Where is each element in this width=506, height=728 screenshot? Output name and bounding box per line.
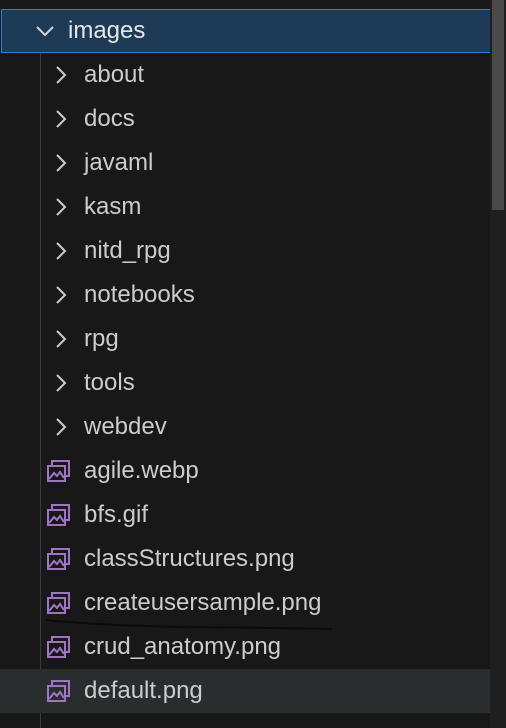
file-createusersample-png[interactable]: createusersample.png xyxy=(0,581,490,625)
chevron-right-icon xyxy=(54,372,76,394)
vertical-scrollbar[interactable] xyxy=(490,0,506,728)
image-file-icon xyxy=(46,634,72,660)
file-label: crud_anatomy.png xyxy=(84,633,282,660)
folder-javaml[interactable]: javaml xyxy=(0,141,490,185)
chevron-right-icon xyxy=(54,416,76,438)
image-file-icon xyxy=(46,678,72,704)
folder-notebooks[interactable]: notebooks xyxy=(0,273,490,317)
folder-about[interactable]: about xyxy=(0,53,490,97)
file-label: agile.webp xyxy=(84,457,199,484)
scrollbar-thumb[interactable] xyxy=(492,0,504,210)
folder-label: images xyxy=(68,17,146,44)
chevron-right-icon xyxy=(54,152,76,174)
folder-nitd-rpg[interactable]: nitd_rpg xyxy=(0,229,490,273)
file-classstructures-png[interactable]: classStructures.png xyxy=(0,537,490,581)
folder-label: notebooks xyxy=(84,281,195,308)
chevron-right-icon xyxy=(54,64,76,86)
folder-label: nitd_rpg xyxy=(84,237,171,264)
image-file-icon xyxy=(46,590,72,616)
image-file-icon xyxy=(46,458,72,484)
file-bfs-gif[interactable]: bfs.gif xyxy=(0,493,490,537)
chevron-right-icon xyxy=(54,196,76,218)
folder-kasm[interactable]: kasm xyxy=(0,185,490,229)
folder-images[interactable]: images xyxy=(1,9,506,53)
file-agile-webp[interactable]: agile.webp xyxy=(0,449,490,493)
folder-label: rpg xyxy=(84,325,119,352)
file-label: createusersample.png xyxy=(84,589,322,616)
file-crud-anatomy-png[interactable]: crud_anatomy.png xyxy=(0,625,490,669)
folder-tools[interactable]: tools xyxy=(0,361,490,405)
chevron-right-icon xyxy=(54,108,76,130)
folder-label: javaml xyxy=(84,149,154,176)
folder-label: kasm xyxy=(84,193,142,220)
file-default-png[interactable]: default.png xyxy=(0,669,490,713)
folder-label: about xyxy=(84,61,145,88)
folder-rpg[interactable]: rpg xyxy=(0,317,490,361)
folder-webdev[interactable]: webdev xyxy=(0,405,490,449)
file-label: bfs.gif xyxy=(84,501,149,528)
folder-docs[interactable]: docs xyxy=(0,97,490,141)
chevron-right-icon xyxy=(54,328,76,350)
folder-label: tools xyxy=(84,369,135,396)
image-file-icon xyxy=(46,502,72,528)
file-label: classStructures.png xyxy=(84,545,295,572)
chevron-down-icon xyxy=(34,20,62,42)
file-explorer: images about docs javaml kasm nitd_rpg n… xyxy=(0,0,506,728)
folder-label: webdev xyxy=(84,413,167,440)
image-file-icon xyxy=(46,546,72,572)
chevron-right-icon xyxy=(54,240,76,262)
chevron-right-icon xyxy=(54,284,76,306)
file-label: default.png xyxy=(84,677,203,704)
folder-label: docs xyxy=(84,105,135,132)
